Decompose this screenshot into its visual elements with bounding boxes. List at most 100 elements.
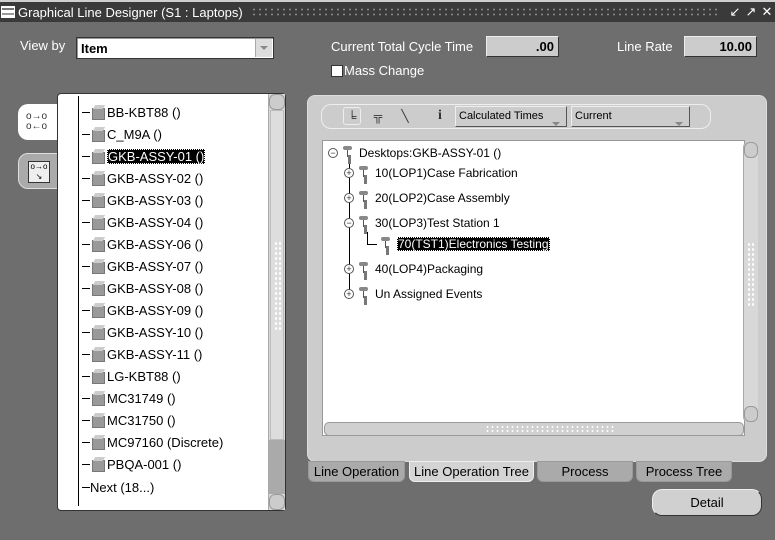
tree-line [82, 265, 90, 267]
tree-line [367, 232, 368, 244]
tree-node-selected[interactable]: 70(TST1)Electronics Testing [380, 235, 550, 253]
operation-node-icon [358, 287, 370, 301]
item-cube-icon [91, 105, 105, 120]
item-cube-icon [91, 237, 105, 252]
minimize-icon[interactable]: ↙ [727, 4, 743, 20]
scroll-down-button[interactable] [744, 406, 758, 422]
tree-line [82, 309, 90, 311]
times-select[interactable]: Calculated Times [455, 106, 567, 127]
list-item[interactable]: PBQA-001 () [82, 455, 181, 473]
tree-node[interactable]: − 30(LOP3)Test Station 1 [344, 214, 500, 232]
list-item[interactable]: GKB-ASSY-08 () [82, 279, 203, 297]
scroll-grip-icon [274, 241, 282, 331]
list-item-label: GKB-ASSY-08 () [107, 280, 204, 296]
maximize-icon[interactable]: ↗ [743, 4, 759, 20]
cycle-time-field[interactable]: .00 [486, 36, 559, 57]
item-cube-icon [91, 347, 105, 362]
tree-node[interactable]: + Un Assigned Events [344, 285, 482, 303]
list-item[interactable]: GKB-ASSY-06 () [82, 235, 203, 253]
scroll-grip-icon [747, 242, 755, 307]
list-item-label: GKB-ASSY-06 () [107, 236, 204, 252]
list-item-label: MC31749 () [107, 390, 176, 406]
version-select[interactable]: Current [571, 106, 690, 127]
operation-node-icon [358, 166, 370, 180]
tree-node[interactable]: + 10(LOP1)Case Fabrication [344, 164, 518, 182]
tree-root[interactable]: − Desktops:GKB-ASSY-01 () [328, 144, 501, 162]
expand-icon[interactable]: + [344, 289, 354, 299]
list-item[interactable]: GKB-ASSY-03 () [82, 191, 203, 209]
tree-vscrollbar[interactable] [743, 142, 758, 422]
list-item[interactable]: GKB-ASSY-01 () [82, 147, 206, 165]
scroll-down-button[interactable] [269, 494, 285, 510]
tree-node[interactable]: + 20(LOP2)Case Assembly [344, 189, 510, 207]
list-item[interactable]: GKB-ASSY-04 () [82, 213, 203, 231]
window-title: Graphical Line Designer (S1 : Laptops) [18, 4, 243, 20]
list-item-label: GKB-ASSY-02 () [107, 170, 204, 186]
collapse-icon[interactable]: − [344, 218, 354, 228]
item-cube-icon [91, 127, 105, 142]
list-item-label: LG-KBT88 () [107, 368, 181, 384]
list-item-label: PBQA-001 () [107, 456, 182, 472]
tab-line-operation-tree[interactable]: Line Operation Tree [409, 461, 534, 482]
item-list-scrollbar[interactable] [268, 94, 285, 510]
chevron-down-icon[interactable] [255, 39, 272, 57]
next-link[interactable]: Next (18...) [82, 478, 154, 496]
vertical-tree-icon[interactable]: ╘ [343, 107, 361, 125]
scroll-up-button[interactable] [269, 94, 285, 110]
line-rate-label: Line Rate [617, 39, 673, 54]
list-item[interactable]: MC31749 () [82, 389, 176, 407]
tree-line [82, 155, 90, 157]
list-item[interactable]: C_M9A () [82, 125, 162, 143]
close-icon[interactable]: ✕ [759, 4, 775, 20]
diagonal-tree-icon[interactable]: ╲ [396, 107, 414, 125]
view-by-label: View by [20, 38, 66, 53]
list-item-label: GKB-ASSY-04 () [107, 214, 204, 230]
tree-node[interactable]: + 40(LOP4)Packaging [344, 260, 483, 278]
tree-hscrollbar[interactable] [324, 422, 744, 436]
title-bar-grip[interactable] [250, 7, 719, 17]
list-item-label: MC31750 () [107, 412, 176, 428]
list-item[interactable]: MC31750 () [82, 411, 176, 429]
expand-icon[interactable]: + [344, 193, 354, 203]
list-item[interactable]: GKB-ASSY-07 () [82, 257, 203, 275]
org-chart-icon[interactable]: ╦ [369, 107, 387, 125]
tree-line [82, 287, 90, 289]
operation-node-icon [358, 191, 370, 205]
item-cube-icon [91, 171, 105, 186]
chevron-down-icon[interactable] [675, 122, 683, 126]
view-by-select[interactable]: Item [76, 37, 274, 59]
list-item[interactable]: MC97160 (Discrete) [82, 433, 223, 451]
side-tab-designer[interactable]: o→o ↘ [18, 153, 58, 189]
list-item-label: GKB-ASSY-10 () [107, 324, 204, 340]
line-rate-field[interactable]: 10.00 [684, 36, 757, 57]
list-item[interactable]: BB-KBT88 () [82, 103, 181, 121]
list-item[interactable]: GKB-ASSY-09 () [82, 301, 203, 319]
scroll-thumb[interactable] [270, 110, 284, 440]
tab-process[interactable]: Process [537, 461, 633, 482]
list-item-label: GKB-ASSY-01 () [107, 148, 206, 164]
mass-change-label: Mass Change [344, 63, 425, 78]
collapse-icon[interactable]: − [328, 148, 338, 158]
item-cube-icon [91, 281, 105, 296]
scroll-up-button[interactable] [744, 142, 758, 158]
designer-image-icon: o→o ↘ [28, 161, 50, 183]
list-item[interactable]: GKB-ASSY-02 () [82, 169, 203, 187]
event-node-icon [380, 237, 392, 251]
list-item[interactable]: GKB-ASSY-10 () [82, 323, 203, 341]
mass-change-checkbox[interactable] [331, 65, 343, 77]
tree-line [82, 441, 90, 443]
tree-line [82, 331, 90, 333]
list-item[interactable]: LG-KBT88 () [82, 367, 181, 385]
expand-icon[interactable]: + [344, 168, 354, 178]
tree-line [82, 111, 90, 113]
tab-line-operation[interactable]: Line Operation [308, 461, 405, 482]
tab-process-tree[interactable]: Process Tree [636, 461, 732, 482]
expand-icon[interactable]: + [344, 264, 354, 274]
info-icon[interactable]: i [431, 107, 449, 125]
detail-button[interactable]: Detail [652, 489, 762, 516]
list-item[interactable]: GKB-ASSY-11 () [82, 345, 202, 363]
chevron-down-icon[interactable] [552, 122, 560, 126]
item-cube-icon [91, 369, 105, 384]
side-tab-flow[interactable]: o→o o←o [18, 104, 58, 140]
cycle-time-label: Current Total Cycle Time [331, 39, 474, 54]
